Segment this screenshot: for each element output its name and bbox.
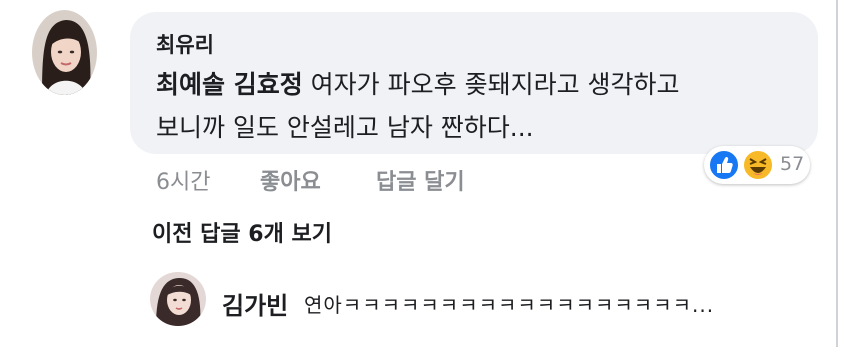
like-icon (708, 149, 740, 181)
like-button[interactable]: 좋아요 (260, 164, 321, 196)
comment-bubble: 최유리 최예솔 김효정 여자가 파오후 좆돼지라고 생각하고 보니까 일도 안설… (130, 12, 818, 154)
comment-author[interactable]: 최유리 (156, 29, 214, 59)
comment-text-line2: 보니까 일도 안설레고 남자 짠하다... (156, 113, 534, 142)
comment-text-line1: 여자가 파오후 좆돼지라고 생각하고 (310, 70, 680, 99)
commenter-avatar[interactable] (32, 10, 97, 95)
reply-button[interactable]: 답글 달기 (376, 164, 465, 196)
comment-body: 최예솔 김효정 여자가 파오후 좆돼지라고 생각하고 보니까 일도 안설레고 남… (156, 63, 796, 149)
reaction-count: 57 (780, 153, 805, 175)
reply-text: 연아ㅋㅋㅋㅋㅋㅋㅋㅋㅋㅋㅋㅋㅋㅋㅋㅋㅋㅋ... (304, 293, 715, 317)
comment-time[interactable]: 6시간 (156, 164, 210, 196)
view-previous-replies[interactable]: 이전 답글 6개 보기 (152, 216, 332, 248)
reply-avatar[interactable] (150, 272, 206, 326)
reaction-summary[interactable]: 57 (704, 146, 810, 184)
reply-author[interactable]: 김가빈 (222, 286, 288, 321)
scroll-edge (836, 0, 838, 347)
comment-mentions[interactable]: 최예솔 김효정 (156, 70, 303, 99)
haha-icon (742, 149, 774, 181)
